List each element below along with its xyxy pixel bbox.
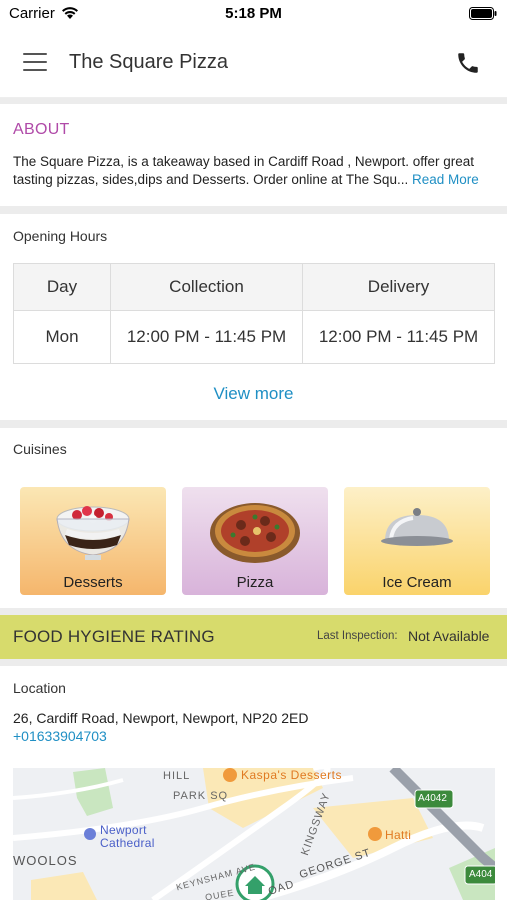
opening-hours-section: Opening Hours Day Collection Delivery Mo…: [0, 214, 507, 420]
read-more-link[interactable]: Read More: [412, 172, 479, 187]
map-label-a404: A404: [469, 869, 493, 880]
cuisines-section: Cuisines Desserts Pizza Ice Cream: [0, 428, 507, 608]
map-label-hatti: Hatti: [385, 828, 412, 842]
food-hygiene-banner: FOOD HYGIENE RATING Last Inspection: Not…: [0, 615, 507, 659]
about-heading: ABOUT: [13, 121, 70, 138]
cuisine-card-ice-cream[interactable]: Ice Cream: [344, 487, 490, 595]
food-hygiene-title: FOOD HYGIENE RATING: [13, 627, 215, 646]
column-header-delivery: Delivery: [302, 263, 495, 311]
day-cell: Mon: [13, 310, 111, 364]
about-section: ABOUT The Square Pizza, is a takeaway ba…: [0, 104, 507, 206]
table-row: Mon 12:00 PM - 11:45 PM 12:00 PM - 11:45…: [13, 310, 495, 364]
nav-bar: The Square Pizza: [0, 28, 507, 98]
battery-icon: [469, 7, 497, 25]
table-header-row: Day Collection Delivery: [13, 263, 495, 311]
view-more-link[interactable]: View more: [0, 384, 507, 404]
opening-hours-label: Opening Hours: [13, 228, 108, 244]
clock: 5:18 PM: [225, 5, 282, 22]
dessert-bowl-icon: [56, 506, 130, 560]
phone-number-link[interactable]: +01633904703: [13, 728, 107, 744]
map-label-kaspas-desserts: Kaspa's Desserts: [241, 768, 342, 782]
cuisine-name: Desserts: [63, 574, 123, 591]
last-inspection-label: Last Inspection:: [317, 630, 398, 642]
map-label-hill: HILL: [163, 770, 191, 782]
location-label: Location: [13, 680, 66, 696]
map-label-a4042: A4042: [418, 793, 447, 804]
map-background: [13, 768, 495, 900]
pizza-icon: [210, 503, 300, 563]
phone-icon[interactable]: [455, 50, 481, 76]
collection-hours-cell: 12:00 PM - 11:45 PM: [110, 310, 303, 364]
about-description: The Square Pizza, is a takeaway based in…: [13, 154, 474, 187]
cuisine-name: Ice Cream: [382, 574, 452, 591]
divider: [0, 206, 507, 214]
map-label-park-sq: PARK SQ: [173, 790, 229, 802]
opening-hours-table: Day Collection Delivery Mon 12:00 PM - 1…: [13, 263, 495, 364]
hamburger-icon[interactable]: [23, 53, 47, 73]
location-section: Location 26, Cardiff Road, Newport, Newp…: [0, 666, 507, 900]
last-inspection-value: Not Available: [408, 628, 490, 644]
location-map[interactable]: HILL Kaspa's Desserts PARK SQ KINGSWAY N…: [13, 768, 495, 900]
page-title: The Square Pizza: [69, 51, 228, 73]
about-text: The Square Pizza, is a takeaway based in…: [13, 153, 497, 189]
map-label-woolos: WOOLOS: [13, 853, 78, 868]
divider: [0, 420, 507, 428]
column-header-collection: Collection: [110, 263, 303, 311]
address-text: 26, Cardiff Road, Newport, Newport, NP20…: [13, 710, 309, 726]
column-header-day: Day: [13, 263, 111, 311]
status-bar: Carrier 5:18 PM: [0, 0, 507, 28]
cuisines-label: Cuisines: [13, 441, 67, 457]
divider: [0, 659, 507, 666]
cuisine-name: Pizza: [236, 574, 274, 591]
cuisine-card-pizza[interactable]: Pizza: [182, 487, 328, 595]
cuisine-card-desserts[interactable]: Desserts: [20, 487, 166, 595]
delivery-hours-cell: 12:00 PM - 11:45 PM: [302, 310, 495, 364]
divider: [0, 608, 507, 615]
map-label-cathedral: Cathedral: [100, 836, 155, 850]
map-label-newport: Newport: [100, 823, 147, 837]
cloche-icon: [381, 508, 453, 546]
